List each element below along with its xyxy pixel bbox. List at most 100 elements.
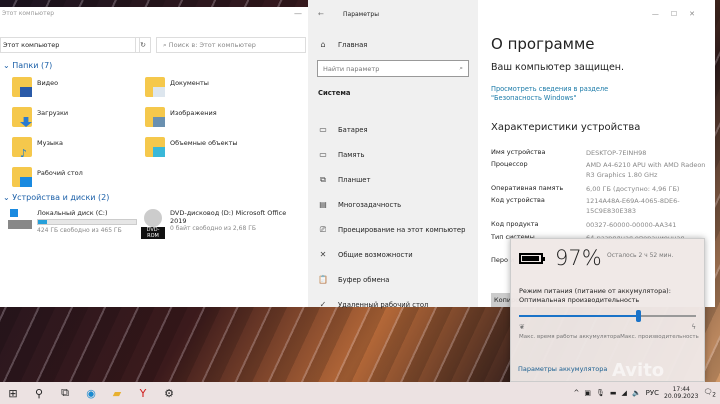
folder-label: Видео: [37, 79, 59, 87]
hard-drive-icon: [8, 209, 32, 229]
notification-count: 2: [712, 392, 716, 399]
protection-status: Ваш компьютер защищен.: [491, 62, 625, 73]
folder-3d-objects[interactable]: Объемные объекты: [145, 137, 238, 157]
nav-item[interactable]: 📋 Буфер обмена: [318, 275, 389, 284]
clipboard-icon: 📋: [318, 275, 328, 284]
documents-folder-icon: [145, 77, 165, 97]
devices-header-label: Устройства и диски (2): [12, 193, 110, 202]
file-explorer-window: Этот компьютер — Этот компьютер ↻ ⌕ Поис…: [0, 7, 308, 307]
drive-c[interactable]: Локальный диск (C:) 424 ГБ свободно из 4…: [8, 209, 137, 234]
power-mode-slider[interactable]: [519, 310, 696, 322]
nav-item[interactable]: ✓ Удаленный рабочий стол: [318, 300, 429, 309]
battery-settings-link[interactable]: Параметры аккумулятора: [518, 365, 607, 373]
nav-label: Проецирование на этот компьютер: [338, 226, 466, 234]
security-link[interactable]: Просмотреть сведения в разделе "Безопасн…: [491, 85, 661, 103]
leaf-icon: ❦: [519, 323, 525, 331]
settings-search-input[interactable]: Найти параметр ⌕: [317, 60, 469, 77]
nav-item[interactable]: ▭ Память: [318, 150, 364, 159]
battery-icon: ▭: [319, 125, 327, 134]
date: 20.09.2023: [664, 393, 699, 400]
settings-gear-icon[interactable]: ⚙: [156, 387, 182, 400]
clock[interactable]: 17:44 20.09.2023: [664, 386, 698, 400]
drive-label: Локальный диск (C:): [37, 209, 108, 217]
folder-video[interactable]: Видео: [12, 77, 58, 97]
chevron-up-icon[interactable]: ^: [574, 389, 580, 397]
folder-downloads[interactable]: Загрузки: [12, 107, 68, 127]
task-view-icon[interactable]: ⧉: [52, 386, 78, 400]
microphone-icon[interactable]: 🎙: [596, 389, 605, 397]
nav-label: Общие возможности: [338, 250, 413, 259]
yandex-browser-icon[interactable]: Y: [130, 387, 156, 400]
spec-key: Оперативная память: [491, 184, 564, 192]
folder-label: Музыка: [37, 139, 63, 147]
nav-label: Буфер обмена: [338, 275, 390, 284]
file-explorer-icon[interactable]: ▰: [104, 387, 130, 400]
search-placeholder: Найти параметр: [323, 65, 380, 73]
folder-desktop[interactable]: Рабочий стол: [12, 167, 83, 187]
folder-pictures[interactable]: Изображения: [145, 107, 217, 127]
search-icon[interactable]: ⚲: [26, 387, 52, 400]
power-mode-value: Оптимальная производительность: [519, 296, 640, 304]
nav-label: Главная: [338, 40, 368, 49]
nav-label: Память: [338, 150, 365, 159]
folders-header[interactable]: ⌄ Папки (7): [3, 61, 52, 70]
min-label: Макс. время работы аккумулятора: [519, 334, 621, 340]
slider-thumb[interactable]: [635, 310, 641, 322]
battery-flyout: 97% Осталось 2 ч 52 мин. Режим питания (…: [510, 238, 705, 382]
spec-value: AMD A4-6210 APU with AMD Radeon R3 Graph…: [586, 161, 706, 179]
avito-watermark: Avito: [612, 360, 665, 381]
refresh-icon[interactable]: ↻: [135, 37, 151, 53]
dvd-icon: DVD-ROM: [141, 209, 165, 239]
folder-label: Документы: [170, 79, 209, 87]
search-input[interactable]: ⌕ Поиск в: Этот компьютер: [156, 37, 306, 53]
spec-value: 00327-60000-00000-AA341: [586, 221, 677, 229]
nav-item[interactable]: ✕ Общие возможности: [318, 250, 413, 259]
drive-free-space: 424 ГБ свободно из 465 ГБ: [37, 227, 122, 234]
slider-labels: Макс. время работы аккумулятораМакс. про…: [519, 334, 699, 340]
nav-label: Многозадачность: [338, 200, 402, 209]
meet-icon[interactable]: ▣: [584, 389, 591, 397]
power-mode-label: Режим питания (питание от аккумулятора):: [519, 287, 671, 295]
edge-icon[interactable]: ◉: [78, 387, 104, 400]
back-arrow-icon[interactable]: ←: [318, 10, 324, 18]
folder-documents[interactable]: Документы: [145, 77, 209, 97]
nav-item[interactable]: ▤ Многозадачность: [318, 200, 401, 209]
drive-d[interactable]: DVD-ROM DVD-дисковод (D:) Microsoft Offi…: [141, 209, 290, 239]
drive-label: DVD-дисковод (D:) Microsoft Office 2019: [170, 209, 287, 225]
notifications-icon[interactable]: 🗨2: [703, 388, 716, 398]
nav-item[interactable]: ⧉ Планшет: [318, 175, 370, 185]
wifi-icon[interactable]: ◢: [622, 389, 627, 397]
window-controls[interactable]: —☐✕: [652, 10, 707, 18]
lightning-icon: ϟ: [691, 323, 696, 331]
spec-value: DESKTOP-7EINH98: [586, 149, 647, 157]
nav-item[interactable]: ▭ Батарея: [318, 125, 368, 134]
language-indicator[interactable]: РУС: [646, 389, 659, 397]
settings-title: Параметры: [343, 11, 379, 18]
address-bar[interactable]: Этот компьютер: [0, 37, 140, 53]
nav-label: Планшет: [338, 176, 371, 184]
folder-label: Объемные объекты: [170, 139, 238, 147]
search-placeholder: Поиск в: Этот компьютер: [168, 41, 256, 49]
search-icon: ⌕: [459, 64, 463, 72]
battery-tray-icon[interactable]: ▬: [610, 389, 617, 397]
dvd-badge: DVD-ROM: [141, 227, 165, 239]
nav-label: Батарея: [338, 125, 368, 134]
devices-header[interactable]: ⌄ Устройства и диски (2): [3, 193, 109, 202]
folder-label: Рабочий стол: [37, 169, 83, 177]
minimize-button[interactable]: —: [294, 9, 302, 18]
battery-icon: [519, 253, 545, 264]
folders-header-label: Папки (7): [12, 61, 53, 70]
start-windows-icon[interactable]: ⊞: [0, 387, 26, 400]
nav-label: Удаленный рабочий стол: [338, 300, 429, 309]
pictures-folder-icon: [145, 107, 165, 127]
shared-icon: ✕: [319, 250, 327, 259]
drive-usage-bar: [37, 219, 137, 225]
nav-home[interactable]: ⌂ Главная: [318, 40, 367, 49]
folder-music[interactable]: ♪ Музыка: [12, 137, 63, 160]
volume-icon[interactable]: 🔈: [632, 389, 641, 397]
home-icon: ⌂: [320, 40, 326, 49]
desktop-folder-icon: [12, 167, 32, 187]
spec-key: Код продукта: [491, 220, 539, 228]
page-title: О программе: [491, 35, 595, 53]
nav-item[interactable]: ⎚ Проецирование на этот компьютер: [318, 225, 466, 235]
